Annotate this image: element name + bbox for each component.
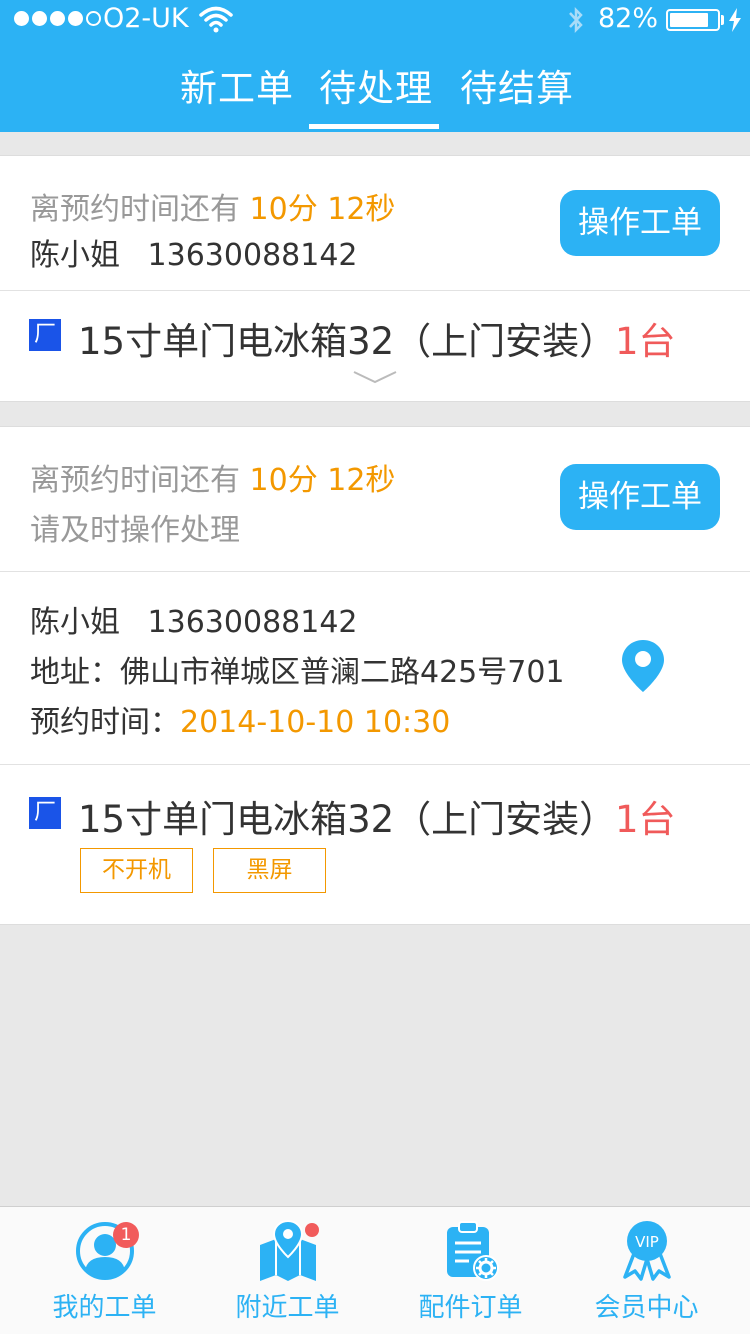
charging-icon [729, 8, 741, 32]
tab-pending[interactable]: 待处理 [319, 58, 433, 112]
address-row: 地址：佛山市禅城区普澜二路425号701 [30, 647, 565, 691]
bottom-nav: 我的工单 附近工单 配件订单 VIP 会员中心 [0, 1206, 750, 1334]
appointment-label: 预约时间： [30, 705, 180, 740]
countdown-value: 10分 12秒 [249, 192, 396, 227]
nav-label: 会员中心 [594, 1293, 699, 1323]
work-order-card: 离预约时间还有 10分 12秒 陈小姐 13630088142 操作工单 厂 1… [0, 155, 750, 402]
product-quantity: 1台 [615, 798, 676, 841]
countdown-value: 10分 12秒 [249, 463, 396, 498]
fault-tag: 不开机 [80, 848, 193, 893]
tab-bar: 新工单 待处理 待结算 [0, 50, 750, 132]
nav-member-center[interactable]: VIP 会员中心 [553, 1207, 740, 1334]
carrier-name: O2-UK [103, 3, 189, 34]
factory-badge: 厂 [29, 319, 61, 351]
new-indicator-dot [305, 1223, 319, 1237]
nav-parts-orders[interactable]: 配件订单 [377, 1207, 564, 1334]
app-header: O2-UK 82% 新工单 待处理 待结算 [0, 0, 750, 132]
location-pin-icon[interactable] [620, 638, 666, 694]
bluetooth-icon [569, 6, 583, 34]
customer-name: 陈小姐 [30, 605, 120, 640]
customer-row: 陈小姐 13630088142 [30, 230, 358, 274]
countdown-row: 离预约时间还有 10分 12秒 [30, 455, 395, 499]
chevron-down-icon[interactable] [352, 370, 398, 384]
divider [0, 571, 750, 572]
nav-label: 配件订单 [418, 1293, 523, 1323]
tab-new-orders[interactable]: 新工单 [180, 58, 294, 112]
battery-icon [666, 9, 720, 31]
active-tab-indicator [309, 124, 439, 129]
product-name: 15寸单门电冰箱32（上门安装） [78, 798, 617, 841]
appointment-row: 预约时间：2014-10-10 10:30 [30, 697, 450, 741]
nav-nearby-orders[interactable]: 附近工单 [194, 1207, 381, 1334]
product-quantity: 1台 [615, 320, 676, 363]
battery-percent: 82% [598, 3, 659, 34]
customer-name: 陈小姐 [30, 238, 120, 273]
status-bar: O2-UK 82% [0, 0, 750, 40]
signal-strength-icon [14, 11, 101, 26]
appointment-time: 2014-10-10 10:30 [180, 705, 451, 740]
customer-phone[interactable]: 13630088142 [148, 605, 358, 640]
vip-badge-icon: VIP [622, 1221, 671, 1281]
factory-badge: 厂 [29, 797, 61, 829]
notification-badge: 1 [113, 1222, 139, 1248]
clipboard-gear-icon [446, 1221, 499, 1281]
divider [0, 764, 750, 765]
countdown-row: 离预约时间还有 10分 12秒 [30, 184, 395, 228]
wifi-icon [199, 6, 233, 33]
product-name: 15寸单门电冰箱32（上门安装） [78, 320, 617, 363]
fault-tag: 黑屏 [213, 848, 326, 893]
countdown-label: 离预约时间还有 [30, 463, 240, 498]
nav-my-orders[interactable]: 我的工单 [11, 1207, 198, 1334]
address-value: 佛山市禅城区普澜二路425号701 [120, 655, 565, 690]
operate-order-button[interactable]: 操作工单 [560, 190, 720, 256]
battery-tip [721, 15, 724, 25]
notice-text: 请及时操作处理 [30, 513, 240, 548]
countdown-label: 离预约时间还有 [30, 192, 240, 227]
vip-text: VIP [635, 1233, 659, 1251]
nav-label: 我的工单 [52, 1293, 157, 1323]
customer-phone[interactable]: 13630088142 [148, 238, 358, 273]
divider [0, 290, 750, 291]
tab-to-settle[interactable]: 待结算 [460, 58, 574, 112]
address-label: 地址： [30, 655, 120, 690]
nav-label: 附近工单 [235, 1293, 340, 1323]
operate-order-button[interactable]: 操作工单 [560, 464, 720, 530]
customer-row: 陈小姐 13630088142 [30, 597, 358, 641]
